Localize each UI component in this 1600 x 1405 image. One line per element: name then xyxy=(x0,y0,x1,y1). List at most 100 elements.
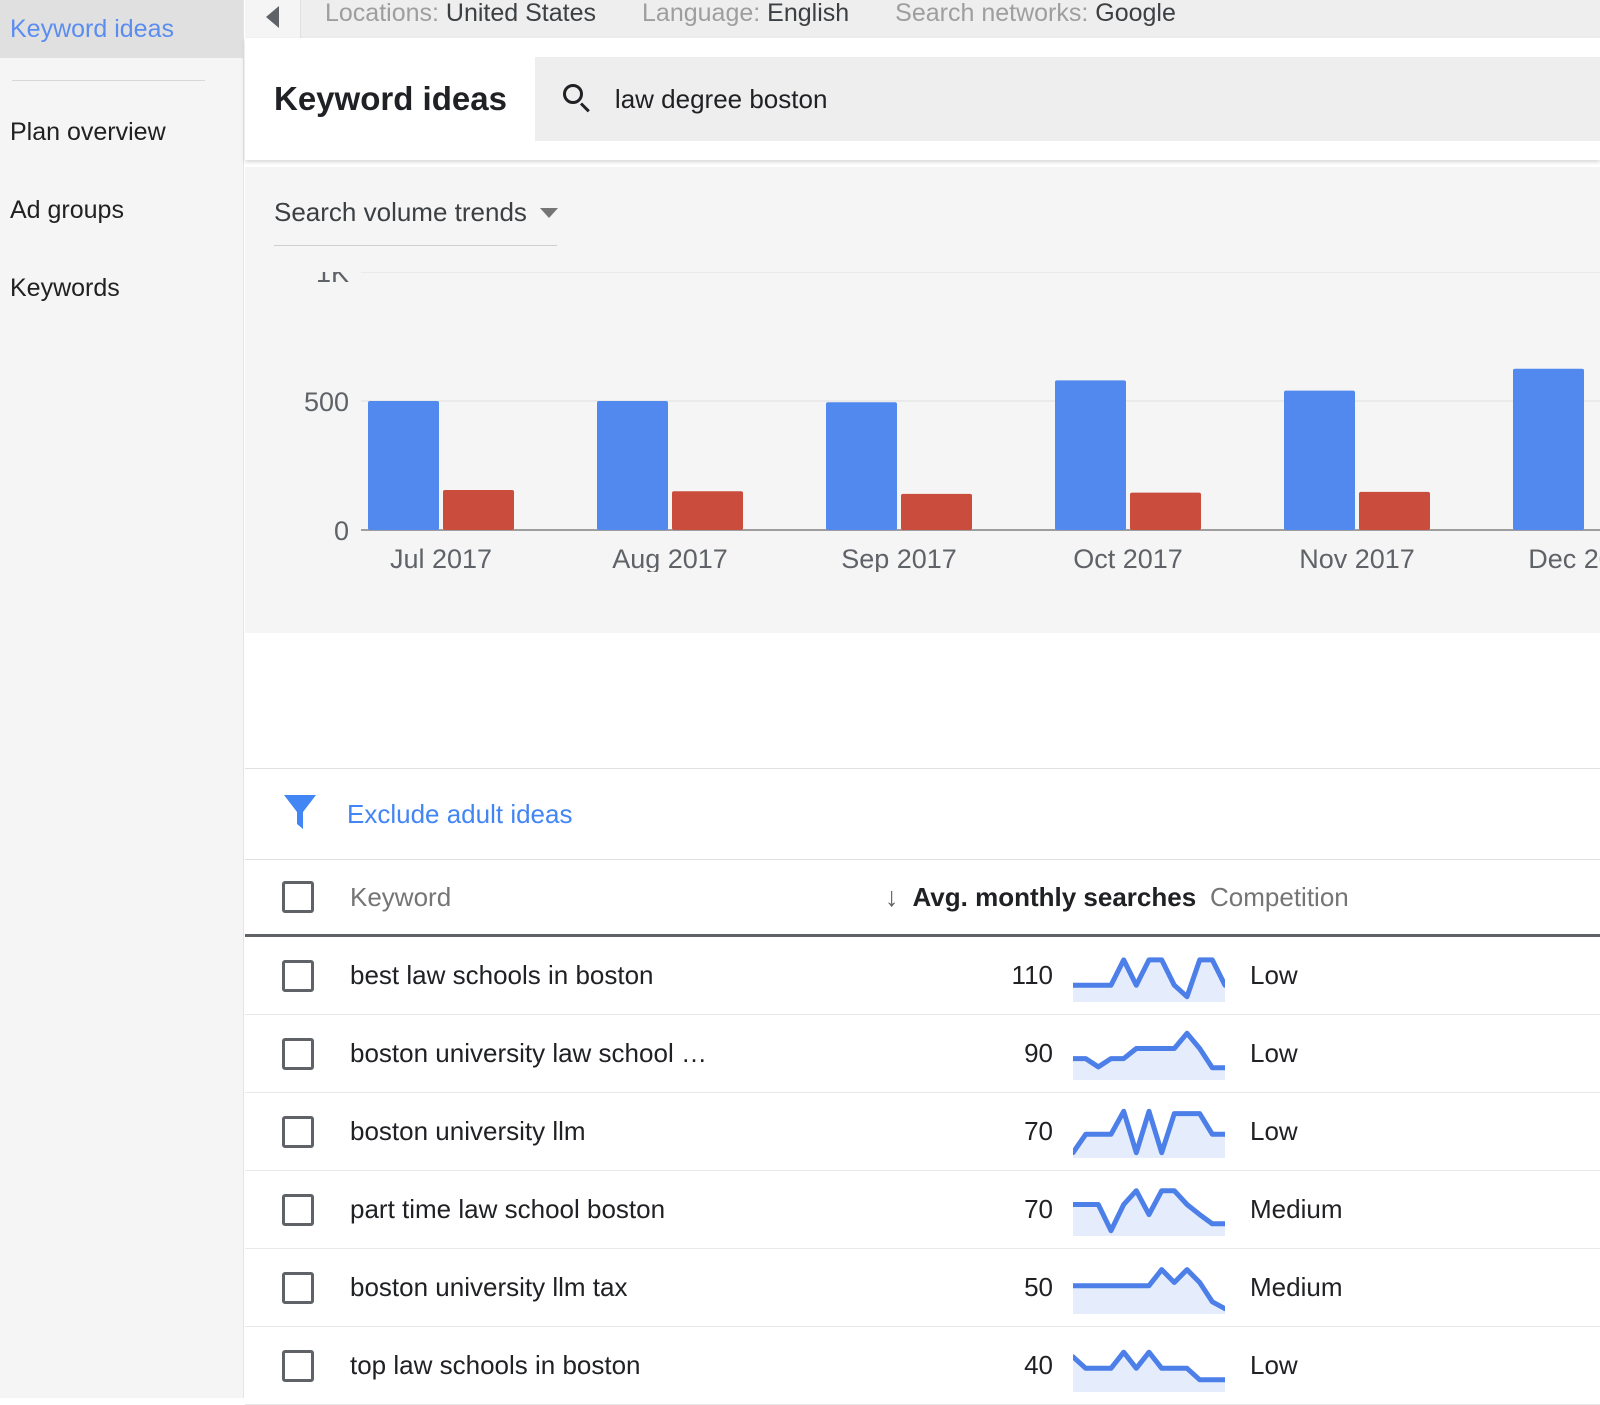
sidebar-item-label: Plan overview xyxy=(10,117,166,146)
cell-keyword: boston university llm xyxy=(350,1116,586,1146)
search-networks-value: Google xyxy=(1095,0,1176,27)
locations-label: Locations: xyxy=(325,0,439,27)
cell-competition: Low xyxy=(1250,1116,1298,1146)
sidebar-item-ad-groups[interactable]: Ad groups xyxy=(0,181,243,239)
context-filter-language[interactable]: Language: English xyxy=(642,0,849,28)
cell-avg-monthly-searches: 40 xyxy=(1024,1350,1053,1380)
x-axis-tick-label: Oct 2017 xyxy=(1073,544,1183,572)
sparkline-chart xyxy=(1073,956,1225,1002)
triangle-left-icon xyxy=(266,6,279,28)
chart-bar-comparison-1 xyxy=(672,491,743,530)
cell-trend-sparkline xyxy=(1065,1106,1225,1158)
x-axis-tick-label: Dec 2017 xyxy=(1528,544,1600,572)
table-row[interactable]: top law schools in boston 40 Low xyxy=(245,1327,1600,1405)
chart-metric-dropdown[interactable]: Search volume trends xyxy=(274,197,558,246)
sparkline-chart xyxy=(1073,1030,1225,1080)
sidebar-item-plan-overview[interactable]: Plan overview xyxy=(0,103,243,161)
sidebar-divider xyxy=(12,80,205,81)
bar-chart-canvas: 0 500 1K Jul 2017 Aug 2017 Sep 2017 Oct 2017 No… xyxy=(304,272,1600,572)
language-value: English xyxy=(767,0,850,27)
language-label: Language: xyxy=(642,0,761,27)
chart-bar-searches-5 xyxy=(1513,368,1584,530)
select-all-cell xyxy=(245,881,350,913)
chart-metric-label: Search volume trends xyxy=(274,197,527,227)
context-filter-locations[interactable]: Locations: United States xyxy=(325,0,596,28)
locations-value: United States xyxy=(445,0,597,27)
chart-bar-comparison-4 xyxy=(1359,491,1430,530)
y-axis-tick-label: 500 xyxy=(304,387,349,417)
chart-bar-searches-0 xyxy=(368,401,439,530)
sidebar-item-label: Ad groups xyxy=(10,195,124,224)
column-header-keyword[interactable]: Keyword xyxy=(350,882,885,913)
row-checkbox[interactable] xyxy=(281,1037,314,1070)
table-row[interactable]: best law schools in boston 110 Low xyxy=(245,937,1600,1015)
table-row[interactable]: part time law school boston 70 Medium xyxy=(245,1171,1600,1249)
cell-avg-monthly-searches: 70 xyxy=(1024,1194,1053,1224)
row-checkbox[interactable] xyxy=(281,1193,314,1226)
cell-trend-sparkline xyxy=(1065,1184,1225,1236)
chart-bar-comparison-0 xyxy=(443,490,514,530)
select-all-checkbox[interactable] xyxy=(281,881,314,913)
cell-keyword: part time law school boston xyxy=(350,1194,666,1224)
table-filter-bar: Exclude adult ideas xyxy=(245,769,1600,860)
search-volume-trends-panel: Search volume trends 0 500 1K Jul 2017 Aug 2… xyxy=(245,167,1600,633)
sidebar-item-label: Keyword ideas xyxy=(10,14,174,43)
cell-trend-sparkline xyxy=(1065,1340,1225,1392)
y-axis-tick-label: 0 xyxy=(334,516,349,546)
sidebar: Keyword ideas Plan overview Ad groups Ke… xyxy=(0,0,244,1398)
sidebar-item-label: Keywords xyxy=(10,273,120,302)
search-networks-label: Search networks: xyxy=(895,0,1089,27)
context-filter-search-networks[interactable]: Search networks: Google xyxy=(895,0,1176,28)
filter-funnel-icon[interactable] xyxy=(283,793,317,836)
column-header-avg-monthly-searches[interactable]: ↓ Avg. monthly searches xyxy=(885,881,1196,913)
x-axis-tick-label: Jul 2017 xyxy=(390,544,492,572)
column-header-competition[interactable]: Competition xyxy=(1180,882,1600,913)
table-header-row: Keyword ↓ Avg. monthly searches Competit… xyxy=(245,860,1600,937)
row-select-cell xyxy=(245,1115,350,1148)
row-select-cell xyxy=(245,959,350,992)
row-checkbox[interactable] xyxy=(281,959,314,992)
row-select-cell xyxy=(245,1037,350,1070)
sidebar-item-keywords[interactable]: Keywords xyxy=(0,259,243,317)
table-row[interactable]: boston university llm tax 50 Medium xyxy=(245,1249,1600,1327)
keyword-ideas-table: Keyword ↓ Avg. monthly searches Competit… xyxy=(245,860,1600,1405)
cell-keyword: boston university llm tax xyxy=(350,1272,628,1302)
cell-keyword: boston university law school … xyxy=(350,1038,707,1068)
sparkline-chart xyxy=(1073,1187,1225,1236)
cell-avg-monthly-searches: 110 xyxy=(1011,960,1053,990)
sparkline-chart xyxy=(1073,1266,1225,1314)
row-select-cell xyxy=(245,1271,350,1304)
search-icon xyxy=(562,84,593,114)
row-checkbox[interactable] xyxy=(281,1115,314,1148)
table-row[interactable]: boston university law school … 90 Low xyxy=(245,1015,1600,1093)
cell-competition: Low xyxy=(1250,1038,1298,1068)
panel-gap xyxy=(245,633,1600,769)
x-axis-tick-label: Nov 2017 xyxy=(1299,544,1415,572)
search-input-value: law degree boston xyxy=(614,83,828,114)
row-checkbox[interactable] xyxy=(281,1271,314,1304)
chevron-down-icon xyxy=(539,207,558,218)
sort-descending-icon: ↓ xyxy=(885,881,899,912)
exclude-adult-ideas-link[interactable]: Exclude adult ideas xyxy=(347,799,572,830)
cell-keyword: best law schools in boston xyxy=(350,960,654,990)
row-checkbox[interactable] xyxy=(281,1349,314,1382)
cell-competition: Medium xyxy=(1250,1194,1343,1224)
chart-bar-comparison-3 xyxy=(1130,492,1201,530)
cell-avg-monthly-searches: 70 xyxy=(1024,1116,1053,1146)
context-filter-bar: Locations: United States Language: Engli… xyxy=(245,0,1600,38)
sidebar-item-keyword-ideas[interactable]: Keyword ideas xyxy=(0,0,243,58)
collapse-panel-button[interactable] xyxy=(245,0,301,38)
cell-trend-sparkline xyxy=(1065,950,1225,1002)
page-title: Keyword ideas xyxy=(274,80,507,117)
cell-keyword: top law schools in boston xyxy=(350,1350,641,1380)
chart-bar-comparison-2 xyxy=(901,493,972,530)
chart-bar-searches-2 xyxy=(826,402,897,530)
y-axis-tick-label: 1K xyxy=(316,272,349,288)
cell-avg-monthly-searches: 90 xyxy=(1024,1038,1053,1068)
sparkline-chart xyxy=(1073,1349,1225,1392)
table-row[interactable]: boston university llm 70 Low xyxy=(245,1093,1600,1171)
search-input[interactable]: law degree boston xyxy=(534,57,1600,141)
x-axis-tick-label: Aug 2017 xyxy=(612,544,728,572)
